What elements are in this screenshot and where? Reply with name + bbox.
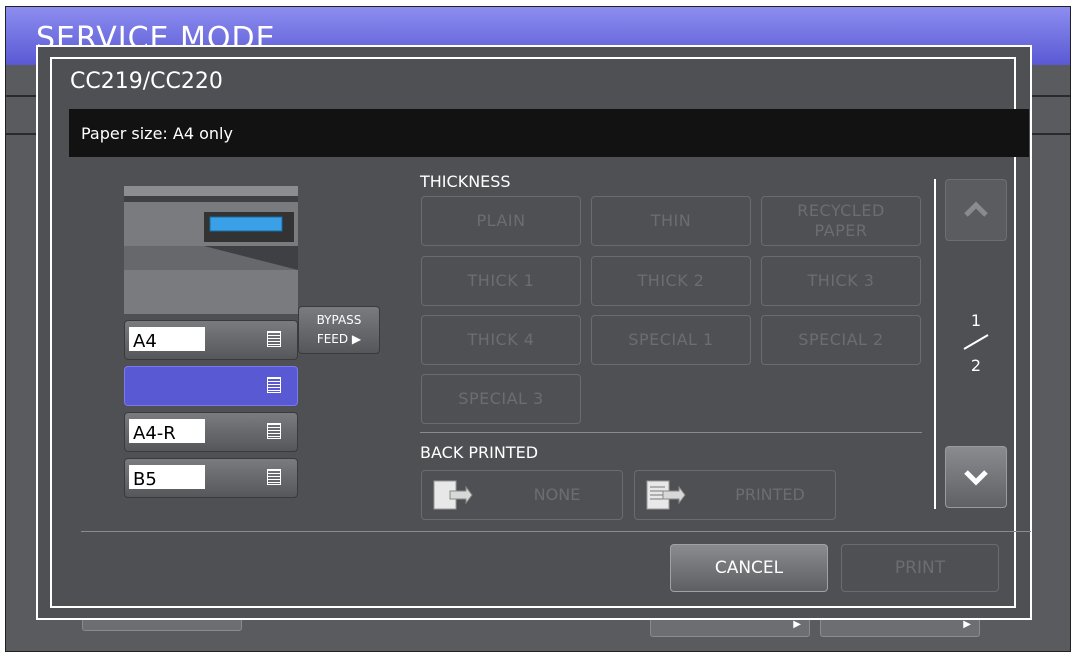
back-printed-printed-label: PRINTED	[735, 485, 805, 504]
dialog-outer-frame: CC219/CC220 Paper size: A4 only A4 A4-R	[36, 45, 1032, 620]
bypass-label-line1: BYPASS	[316, 313, 362, 327]
paper-stack-icon	[267, 469, 281, 485]
paper-printed-icon	[646, 480, 686, 510]
paper-stack-icon	[267, 423, 281, 439]
dialog-title: CC219/CC220	[70, 69, 223, 94]
thickness-thick2-button[interactable]: THICK 2	[591, 256, 751, 306]
back-printed-none-label: NONE	[533, 485, 581, 504]
back-printed-none-button[interactable]: NONE	[421, 470, 623, 520]
thickness-thin-button[interactable]: THIN	[591, 196, 751, 246]
paper-doc-icon	[433, 480, 473, 510]
arrow-right-icon: ▶	[793, 619, 801, 630]
tray-4-paper-size: B5	[129, 465, 205, 490]
thickness-plain-button[interactable]: PLAIN	[421, 196, 581, 246]
dialog: CC219/CC220 Paper size: A4 only A4 A4-R	[50, 57, 1031, 608]
back-printed-label: BACK PRINTED	[420, 443, 539, 462]
paper-stack-icon	[267, 377, 281, 393]
thickness-recycled-button[interactable]: RECYCLED PAPER	[761, 196, 921, 246]
message-bar: Paper size: A4 only	[69, 109, 1029, 157]
page-current: 1	[970, 311, 982, 330]
thickness-thick4-button[interactable]: THICK 4	[421, 315, 581, 365]
tray-1-paper-size: A4	[129, 327, 205, 352]
thickness-special2-button[interactable]: SPECIAL 2	[761, 315, 921, 365]
scroll-up-button[interactable]	[945, 179, 1007, 241]
print-button[interactable]: PRINT	[841, 544, 999, 592]
arrow-right-icon: ▶	[963, 619, 971, 630]
bypass-feed-button[interactable]: BYPASS FEED ▶	[298, 306, 380, 354]
pager: 1 2	[952, 311, 1000, 375]
thickness-special3-button[interactable]: SPECIAL 3	[421, 374, 581, 424]
printer-illustration	[124, 186, 298, 314]
cancel-button[interactable]: CANCEL	[670, 544, 828, 592]
chevron-up-icon	[964, 201, 988, 217]
footer-divider	[81, 531, 1031, 532]
thickness-thick3-button[interactable]: THICK 3	[761, 256, 921, 306]
thickness-label: THICKNESS	[420, 172, 511, 191]
printer-display	[209, 216, 283, 232]
chevron-down-icon	[964, 470, 988, 486]
page-total: 2	[970, 356, 982, 375]
tray-4[interactable]: B5	[124, 458, 298, 498]
thickness-special1-button[interactable]: SPECIAL 1	[591, 315, 751, 365]
pager-slash	[963, 334, 989, 350]
tray-2-selected[interactable]	[124, 366, 298, 406]
back-printed-printed-button[interactable]: PRINTED	[634, 470, 836, 520]
paper-stack-icon	[267, 331, 281, 347]
message-text: Paper size: A4 only	[81, 124, 233, 143]
printer-lower	[124, 270, 298, 314]
printer-top-shadow	[124, 196, 298, 202]
section-divider	[420, 432, 922, 433]
thickness-thick1-button[interactable]: THICK 1	[421, 256, 581, 306]
tray-3-paper-size: A4-R	[129, 419, 205, 444]
tray-1[interactable]: A4	[124, 320, 298, 360]
scroll-divider	[934, 179, 936, 509]
printer-top	[124, 186, 298, 196]
tray-3[interactable]: A4-R	[124, 412, 298, 452]
bypass-label-line2: FEED ▶	[316, 332, 362, 346]
scroll-down-button[interactable]	[945, 446, 1007, 508]
